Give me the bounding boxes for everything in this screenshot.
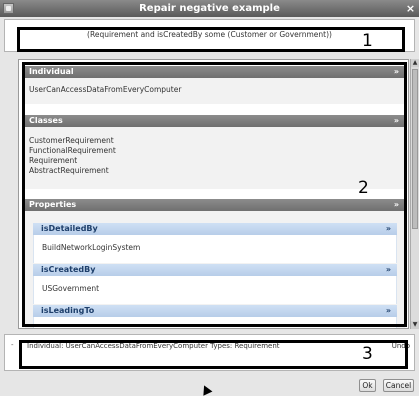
- title-bar: Repair negative example ×: [0, 0, 419, 17]
- marker-label-1: 1: [362, 31, 373, 51]
- marker-box-1: [17, 27, 405, 52]
- app-icon: [3, 3, 14, 14]
- ok-button[interactable]: Ok: [359, 379, 376, 392]
- close-button[interactable]: ×: [404, 2, 417, 15]
- marker-box-2: [22, 62, 407, 327]
- vertical-scrollbar[interactable]: ▲ ▼: [410, 59, 419, 329]
- scroll-up-icon[interactable]: ▲: [411, 59, 419, 67]
- mouse-cursor-icon: [199, 383, 213, 396]
- marker-label-3: 3: [362, 344, 373, 364]
- marker-box-3: [19, 340, 408, 369]
- scrollbar-thumb[interactable]: [412, 69, 418, 229]
- marker-label-2: 2: [358, 178, 369, 198]
- cancel-button[interactable]: Cancel: [383, 379, 414, 392]
- scroll-down-icon[interactable]: ▼: [411, 321, 419, 329]
- bullet-icon: -: [11, 341, 14, 349]
- window-title: Repair negative example: [139, 3, 280, 14]
